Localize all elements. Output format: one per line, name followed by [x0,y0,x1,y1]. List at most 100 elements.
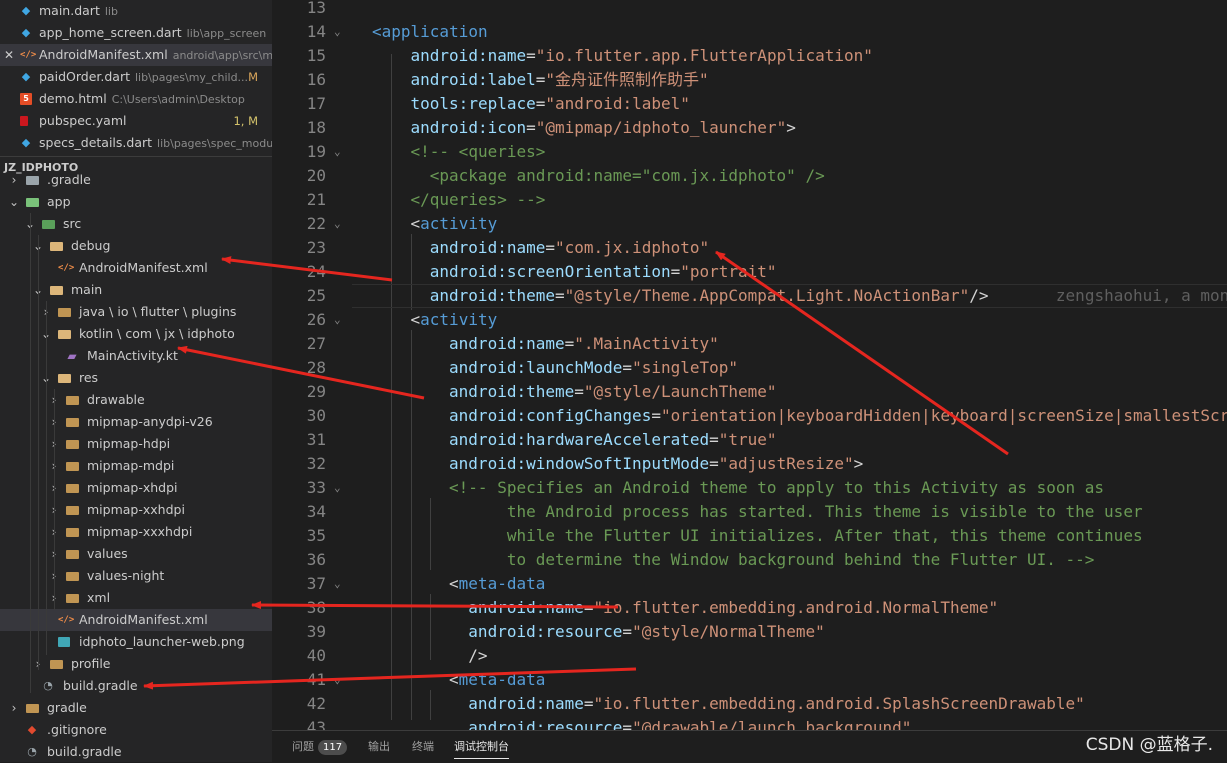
gradle-file-icon: ◔ [43,679,53,692]
panel-tab[interactable]: 问题 117 [292,731,348,763]
tree-item[interactable]: ›mipmap-xxhdpi [0,499,272,521]
tree-item[interactable]: ›mipmap-hdpi [0,433,272,455]
tree-item[interactable]: ›mipmap-anydpi-v26 [0,411,272,433]
src-folder-icon [42,220,55,229]
panel-tab[interactable]: 终端 [412,731,434,763]
close-icon[interactable]: ✕ [4,44,14,66]
indent-guide [38,235,39,670]
code-token: = [535,70,546,89]
code-line: <application [372,20,488,44]
folder-open-icon [50,286,63,295]
fold-chevron-icon[interactable]: ⌄ [334,212,341,236]
tree-item[interactable]: ◔ build.gradle [0,675,272,697]
fold-chevron-icon[interactable]: ⌄ [334,140,341,164]
folder-icon [50,660,63,669]
fold-chevron-icon[interactable]: ⌄ [334,476,341,500]
tree-item[interactable]: ◆ .gitignore [0,719,272,741]
line-number: 24 [306,262,326,281]
folder-icon [66,418,79,427]
open-editor-path: lib\pages\my_child... [135,71,249,84]
line-number: 25 [306,286,326,305]
code-token: android:windowSoftInputMode [449,454,710,473]
code-token: = [574,382,584,401]
code-line: <meta-data [449,572,545,596]
code-token: tools:replace [410,94,536,113]
code-token: = [709,454,719,473]
fold-chevron-icon[interactable]: ⌄ [334,308,341,332]
open-editor-item[interactable]: ✕ </> AndroidManifest.xml android\app\src\m… [0,44,272,66]
tree-item-label: MainActivity.kt [87,348,178,363]
kotlin-file-icon: ▰ [67,349,77,363]
open-editor-path: lib\app_screen [186,27,267,40]
tree-item[interactable]: ⌄ app [0,191,272,213]
tree-item[interactable]: idphoto_launcher-web.png [0,631,272,653]
code-token: "@mipmap/idphoto_launcher" [535,118,787,137]
code-token: android:resource [468,622,623,641]
line-number: 26 [306,310,326,329]
tree-item[interactable]: ›mipmap-xhdpi [0,477,272,499]
tree-item[interactable]: ›mipmap-xxxhdpi [0,521,272,543]
tree-item-label: profile [71,656,111,671]
chevron-down-icon[interactable]: ⌄ [8,191,20,213]
tree-item[interactable]: </> AndroidManifest.xml [0,609,272,631]
open-editor-item[interactable]: main.dartlib [0,0,272,22]
open-editor-label: main.dart lib [39,3,118,18]
code-editor[interactable]: 13 14 ⌄ <application 15 android:name="io.flut… [272,0,1227,730]
open-editor-label: demo.html C:\Users\admin\Desktop [39,91,245,106]
code-token: "io.flutter.embedding.android.SplashScre… [593,694,1085,713]
tree-item[interactable]: </> AndroidManifest.xml [0,257,272,279]
code-line: android:label="金舟证件照制作助手" [411,68,709,92]
panel-tab-label: 输出 [368,740,390,753]
tree-item[interactable]: ▰ MainActivity.kt [0,345,272,367]
open-editor-item[interactable]: 5 demo.html C:\Users\admin\Desktop [0,88,272,110]
tree-item[interactable]: ⌄main [0,279,272,301]
open-editor-label: AndroidManifest.xmlandroid\app\src\m... [39,44,272,66]
chevron-right-icon[interactable]: › [8,697,20,719]
line-number: 15 [306,46,326,65]
tree-item[interactable]: ◔ build.gradle [0,741,272,762]
tree-item[interactable]: ›xml [0,587,272,609]
tree-item[interactable]: ›profile [0,653,272,675]
folder-icon [66,506,79,515]
code-token: android:launchMode [449,358,623,377]
code-token: < [410,310,421,329]
open-editor-item[interactable]: specs_details.dartlib\pages\spec_module [0,132,272,154]
tree-item[interactable]: ›drawable [0,389,272,411]
tree-item[interactable]: ⌄debug [0,235,272,257]
fold-chevron-icon[interactable]: ⌄ [334,572,341,596]
panel-tab[interactable]: 调试控制台 [454,731,509,763]
code-token: = [545,238,555,257]
tree-item[interactable]: › .gradle [0,169,272,191]
tree-item[interactable]: ›java \ io \ flutter \ plugins [0,301,272,323]
fold-chevron-icon[interactable]: ⌄ [334,668,341,692]
dart-file-icon [20,5,32,17]
panel-tab[interactable]: 输出 [368,731,390,763]
tree-item[interactable]: ⌄res [0,367,272,389]
line-number: 40 [306,646,326,665]
code-token: zengshaohui, a month ago [1055,286,1227,305]
code-line: android:configChanges="orientation|keybo… [449,404,1227,428]
open-editor-item[interactable]: paidOrder.dartlib\pages\my_child...M [0,66,272,88]
code-token: android:name [429,238,546,257]
code-token: "金舟证件照制作助手" [545,70,709,89]
code-token: android:name [468,694,584,713]
tree-item[interactable]: ⌄kotlin \ com \ jx \ idphoto [0,323,272,345]
open-editor-item[interactable]: app_home_screen.dartlib\app_screen [0,22,272,44]
open-editor-item[interactable]: pubspec.yaml 1, M [0,110,272,132]
indent-guide [30,213,31,693]
code-token: "portrait" [680,262,777,281]
tree-item-label: .gitignore [47,722,107,737]
open-editor-path: C:\Users\admin\Desktop [111,93,245,106]
tree-item[interactable]: ⌄src [0,213,272,235]
tree-item[interactable]: ›values [0,543,272,565]
chevron-right-icon[interactable]: › [8,169,20,191]
tree-item[interactable]: › gradle [0,697,272,719]
tree-item[interactable]: ›values-night [0,565,272,587]
tree-item[interactable]: ›mipmap-mdpi [0,455,272,477]
line-number: 14 [306,22,326,41]
line-number: 31 [306,430,326,449]
code-token: android:theme [429,286,555,305]
fold-chevron-icon[interactable]: ⌄ [334,20,341,44]
tree-item-label: src [63,216,82,231]
code-token: activity [420,310,498,329]
